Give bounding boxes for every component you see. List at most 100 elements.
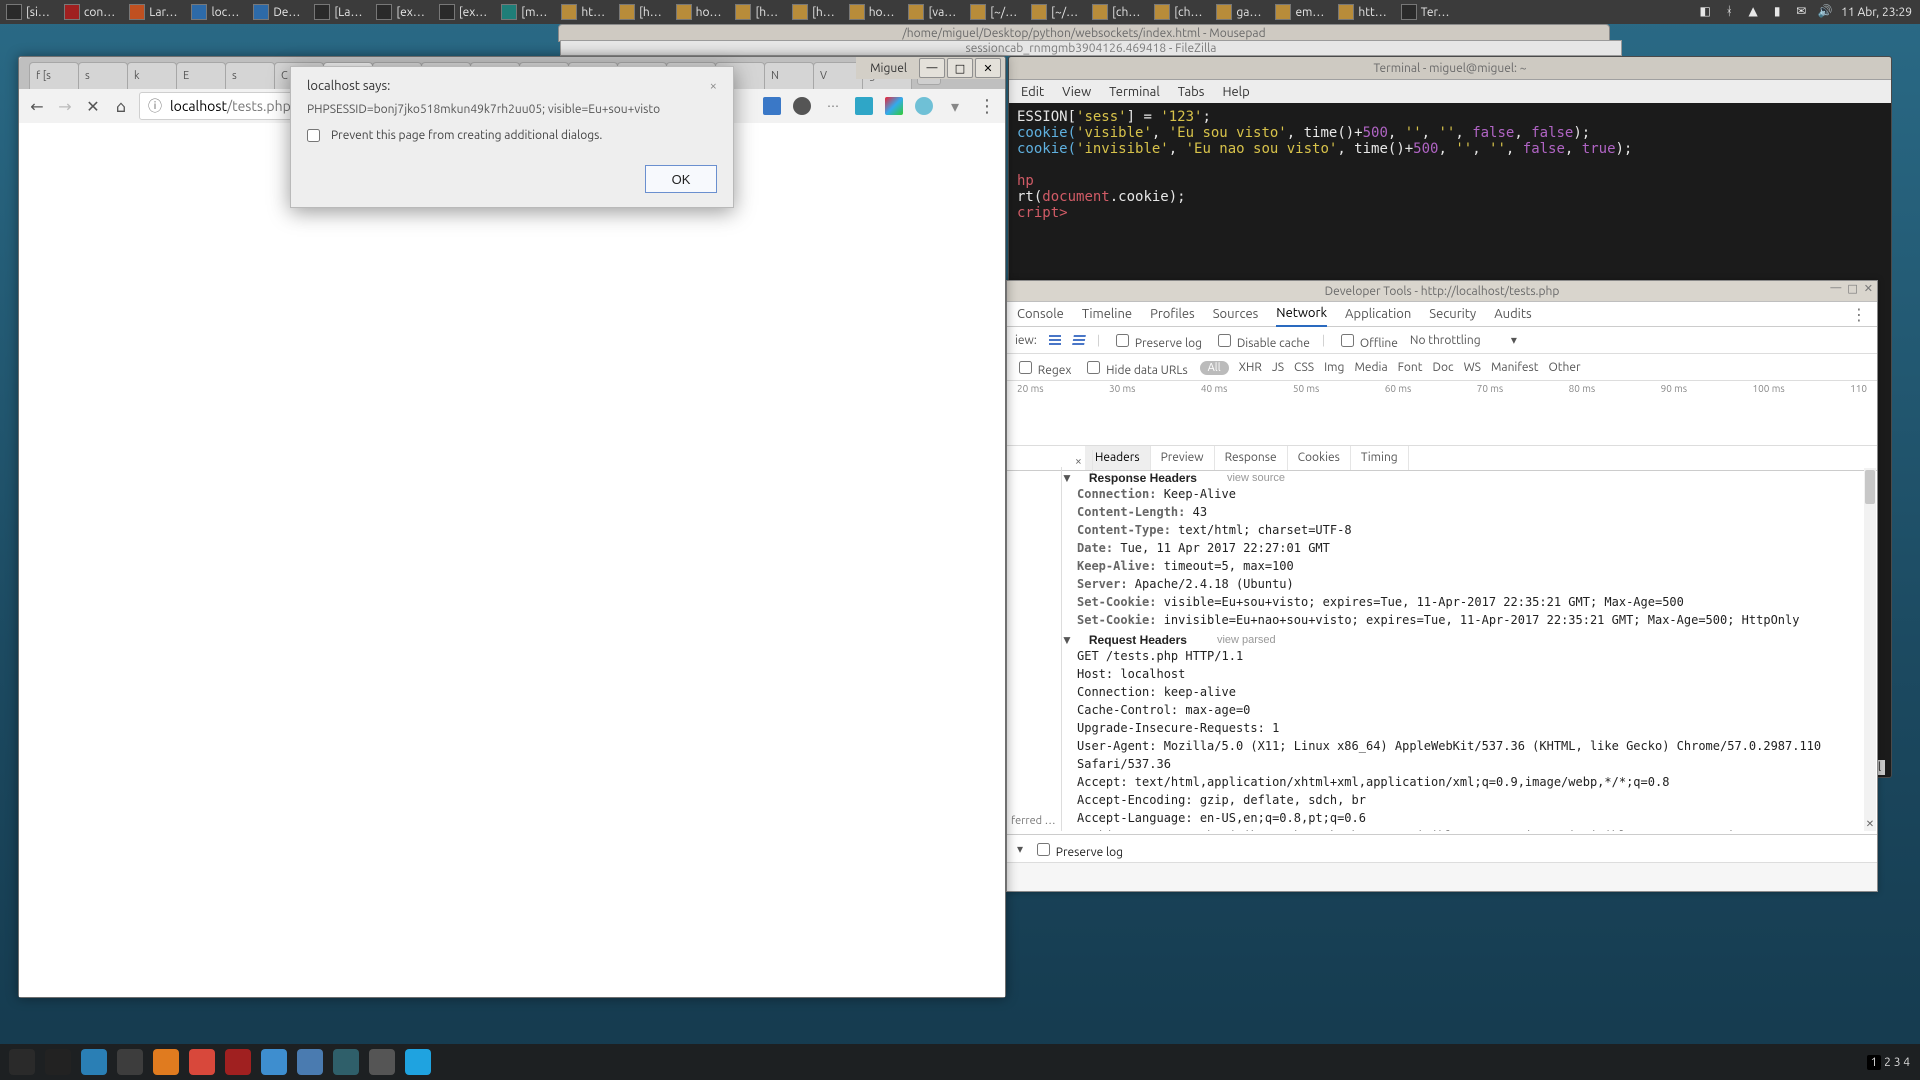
- dock-fish[interactable]: [330, 1046, 362, 1078]
- maximize-icon[interactable]: □: [947, 58, 973, 78]
- volume-icon[interactable]: 🔊: [1817, 4, 1833, 20]
- minimize-icon[interactable]: —: [919, 58, 945, 78]
- disable-cache-check[interactable]: Disable cache: [1214, 331, 1310, 350]
- max-icon[interactable]: □: [1847, 282, 1857, 295]
- view-parsed-link[interactable]: view parsed: [1217, 634, 1276, 646]
- task-item[interactable]: ht…: [555, 0, 611, 24]
- task-item[interactable]: [va…: [902, 0, 962, 24]
- filter-xhr[interactable]: XHR: [1239, 361, 1262, 374]
- close-scroll-icon[interactable]: ✕: [1864, 817, 1876, 831]
- headers-pane[interactable]: ▼Response Headersview source Connection:…: [1061, 467, 1865, 831]
- panel-sources[interactable]: Sources: [1213, 307, 1259, 321]
- task-item[interactable]: [ex…: [370, 0, 430, 24]
- more-icon[interactable]: ⋮: [1851, 305, 1867, 324]
- filter-font[interactable]: Font: [1398, 361, 1423, 374]
- dock-monitor[interactable]: [366, 1046, 398, 1078]
- ext-gear-icon[interactable]: [793, 97, 811, 115]
- task-item[interactable]: [h…: [613, 0, 668, 24]
- home-icon[interactable]: ⌂: [111, 96, 131, 116]
- menu-terminal[interactable]: Terminal: [1109, 85, 1160, 99]
- view-source-link[interactable]: view source: [1227, 472, 1285, 484]
- bluetooth-icon[interactable]: ᚼ: [1721, 4, 1737, 20]
- clock[interactable]: 11 Abr, 23:29: [1841, 6, 1912, 19]
- task-item[interactable]: ho…: [670, 0, 728, 24]
- dock-liferea[interactable]: [258, 1046, 290, 1078]
- panel-network[interactable]: Network: [1276, 301, 1327, 327]
- chevron-down-icon[interactable]: ▾: [945, 96, 965, 116]
- notif-icon[interactable]: ◧: [1697, 4, 1713, 20]
- dock-skype[interactable]: [402, 1046, 434, 1078]
- browser-tab[interactable]: f [s: [29, 62, 79, 89]
- devtools-title[interactable]: Developer Tools - http://localhost/tests…: [1007, 281, 1877, 302]
- panel-application[interactable]: Application: [1345, 307, 1411, 321]
- filter-css[interactable]: CSS: [1294, 361, 1314, 374]
- ext-wand-icon[interactable]: [885, 97, 903, 115]
- menu-edit[interactable]: Edit: [1021, 85, 1044, 99]
- terminal-title[interactable]: Terminal - miguel@miguel: ~: [1009, 57, 1891, 80]
- task-item[interactable]: [La…: [308, 0, 368, 24]
- menu-help[interactable]: Help: [1222, 85, 1249, 99]
- dock-text-editor[interactable]: [78, 1046, 110, 1078]
- prevent-dialogs-check[interactable]: [307, 129, 320, 142]
- task-item[interactable]: [~/…: [1025, 0, 1084, 24]
- console-preserve-check[interactable]: Preserve log: [1033, 840, 1123, 859]
- filter-manifest[interactable]: Manifest: [1491, 361, 1538, 374]
- ok-button[interactable]: OK: [645, 165, 717, 193]
- wifi-icon[interactable]: ▲: [1745, 4, 1761, 20]
- task-item[interactable]: con…: [58, 0, 121, 24]
- menu-icon[interactable]: ⋮: [977, 96, 997, 116]
- mail-icon[interactable]: ✉: [1793, 4, 1809, 20]
- panel-security[interactable]: Security: [1429, 307, 1476, 321]
- dock-downloads[interactable]: [294, 1046, 326, 1078]
- panel-profiles[interactable]: Profiles: [1150, 307, 1195, 321]
- task-item[interactable]: De…: [247, 0, 306, 24]
- view-large-icon[interactable]: [1049, 335, 1061, 345]
- browser-tab[interactable]: E: [176, 62, 226, 89]
- network-request-list[interactable]: ferred …: [1007, 467, 1062, 831]
- workspace-switcher[interactable]: 1 2 3 4: [1863, 1056, 1914, 1069]
- dock-sublime[interactable]: [114, 1046, 146, 1078]
- task-item[interactable]: ho…: [843, 0, 901, 24]
- ext-icon[interactable]: [763, 97, 781, 115]
- task-item[interactable]: [si…: [0, 0, 56, 24]
- task-item[interactable]: htt…: [1332, 0, 1392, 24]
- browser-tab[interactable]: s: [225, 62, 275, 89]
- task-item[interactable]: [ch…: [1086, 0, 1146, 24]
- back-icon[interactable]: ←: [27, 96, 47, 116]
- filter-js[interactable]: JS: [1272, 361, 1284, 374]
- offline-check[interactable]: Offline: [1337, 331, 1398, 350]
- task-item[interactable]: Lar…: [123, 0, 183, 24]
- menu-tabs[interactable]: Tabs: [1178, 85, 1205, 99]
- panel-audits[interactable]: Audits: [1494, 307, 1531, 321]
- task-item[interactable]: [ch…: [1148, 0, 1208, 24]
- profile-label[interactable]: Miguel: [860, 62, 917, 75]
- task-item[interactable]: [~/…: [964, 0, 1023, 24]
- dock-chrome[interactable]: [186, 1046, 218, 1078]
- panel-console[interactable]: Console: [1017, 307, 1064, 321]
- hide-data-urls-check[interactable]: Hide data URLs: [1083, 358, 1187, 377]
- task-item[interactable]: [ex…: [433, 0, 493, 24]
- filter-media[interactable]: Media: [1354, 361, 1387, 374]
- network-timeline[interactable]: 20 ms30 ms40 ms50 ms60 ms70 ms80 ms90 ms…: [1007, 381, 1877, 446]
- browser-tab[interactable]: N: [764, 62, 814, 89]
- panel-timeline[interactable]: Timeline: [1082, 307, 1132, 321]
- min-icon[interactable]: —: [1830, 282, 1841, 295]
- task-item[interactable]: Ter…: [1395, 0, 1456, 24]
- close-icon[interactable]: ×: [710, 79, 717, 93]
- regex-check[interactable]: Regex: [1015, 358, 1071, 377]
- dock-firefox[interactable]: [150, 1046, 182, 1078]
- filter-img[interactable]: Img: [1324, 361, 1344, 374]
- close-icon[interactable]: ✕: [975, 58, 1001, 78]
- chevron-down-icon[interactable]: ▾: [1017, 842, 1023, 856]
- dock-show-desktop[interactable]: [6, 1046, 38, 1078]
- task-item[interactable]: em…: [1269, 0, 1330, 24]
- scrollbar[interactable]: ✕: [1864, 468, 1876, 831]
- task-item[interactable]: [m…: [495, 0, 553, 24]
- task-item[interactable]: [h…: [786, 0, 841, 24]
- throttling-select[interactable]: No throttling ▾: [1410, 333, 1517, 347]
- dock-filezilla[interactable]: [222, 1046, 254, 1078]
- close-icon[interactable]: ✕: [1864, 282, 1873, 295]
- filter-ws[interactable]: WS: [1464, 361, 1481, 374]
- task-item[interactable]: ga…: [1210, 0, 1267, 24]
- preserve-log-check[interactable]: Preserve log: [1112, 331, 1202, 350]
